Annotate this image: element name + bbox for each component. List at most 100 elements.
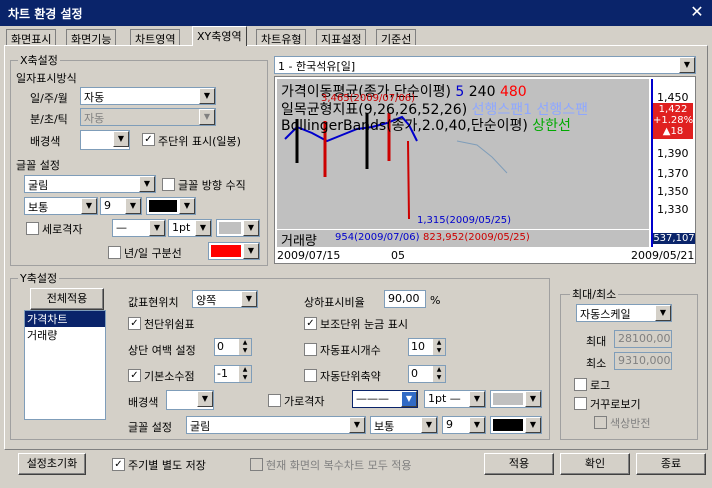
vol-max-label: 823,952(2009/05/25) [423, 232, 530, 243]
minmax-group-label: 최대/최소 [570, 286, 619, 302]
vgrid-line-select[interactable]: — ▼ [112, 219, 166, 237]
min-input: 9310,0000 [614, 352, 672, 370]
chevron-down-icon: ▼ [199, 88, 215, 104]
x-label-end: 2009/05/21 [631, 249, 695, 262]
cancel-button[interactable]: 종료 [636, 453, 706, 475]
ok-button[interactable]: 확인 [560, 453, 630, 475]
reset-button[interactable]: 설정초기화 [18, 453, 86, 475]
volume-label: 거래량 [281, 234, 317, 249]
aux-label: 보조단위 눈금 표시 [320, 318, 408, 331]
chevron-down-icon: ▼ [525, 391, 541, 407]
tab-chart-type[interactable]: 차트유형 [256, 29, 307, 46]
auto-unit-checkbox[interactable] [304, 369, 317, 382]
y-style-select[interactable]: 보통 ▼ [370, 416, 438, 434]
y-size-select[interactable]: 9 ▼ [442, 416, 486, 434]
y-axis-group-label: Y축설정 [18, 270, 60, 286]
volume-area: 거래량 954(2009/07/06) 823,952(2009/05/25) [277, 229, 649, 249]
ratio-label: 상하표시비율 [304, 296, 365, 309]
invert-label: 거꾸로보기 [590, 398, 641, 411]
margin-stepper[interactable]: 0 ▲ ▼ [214, 338, 252, 356]
log-label: 로그 [590, 379, 611, 392]
decimal-label: 기본소수점 [144, 370, 195, 383]
min-label: 최소 [586, 357, 607, 370]
x-color-select[interactable]: ▼ [146, 197, 196, 215]
hgrid-line-select[interactable]: ——— ▼ [352, 390, 418, 408]
apply-multi-checkbox [250, 458, 263, 471]
tab-baseline[interactable]: 기준선 [376, 29, 417, 46]
high-label: 3,465(2009/07/06) [321, 93, 416, 104]
thousands-checkbox[interactable]: ✓ [128, 317, 141, 330]
chevron-down-icon: ▼ [195, 220, 211, 236]
scale-select[interactable]: 자동스케일 ▼ [576, 304, 672, 322]
bollinger-band-line [456, 140, 508, 174]
invert-checkbox[interactable] [574, 397, 587, 410]
y-tick: 1,370 [657, 167, 689, 180]
hgrid-color-select[interactable]: ▼ [490, 390, 542, 408]
list-item[interactable]: 거래량 [25, 327, 105, 343]
x-label-mid: 05 [391, 249, 405, 262]
hgrid-checkbox[interactable] [268, 394, 281, 407]
max-input: 28100,0000 [614, 330, 672, 348]
chevron-down-icon: ▼ [655, 305, 671, 321]
y-font-select[interactable]: 굴림 ▼ [186, 416, 366, 434]
weekly-checkbox[interactable]: ✓ [142, 133, 155, 146]
chevron-down-icon: ▼ [81, 198, 97, 214]
hgrid-width-select[interactable]: 1pt — ▼ [424, 390, 486, 408]
chevron-down-icon: ▼ [401, 391, 417, 407]
apply-all-button[interactable]: 전체적용 [30, 288, 104, 310]
x-font-label: 글꼴 설정 [16, 159, 60, 172]
chevron-down-icon: ▼ [469, 391, 485, 407]
chevron-down-icon: ▼ [125, 198, 141, 214]
chart-selector[interactable]: 1 - 한국석유[일] ▼ [274, 56, 696, 74]
x-style-select[interactable]: 보통 ▼ [24, 197, 98, 215]
tab-function[interactable]: 화면기능 [66, 29, 117, 46]
tab-display[interactable]: 화면표시 [6, 29, 57, 46]
vertical-font-label: 글꼴 방향 수직 [178, 179, 246, 192]
chevron-down-icon: ▼ [469, 417, 485, 433]
auto-count-stepper[interactable]: 10 ▲ ▼ [408, 338, 446, 356]
tab-xy-axis[interactable]: XY축영역 [192, 26, 247, 46]
y-axis-list: 가격차트 거래량 [24, 310, 106, 420]
x-label-start: 2009/07/15 [277, 249, 341, 262]
close-icon[interactable]: ✕ [688, 3, 706, 21]
tab-chart-area[interactable]: 차트영역 [130, 29, 181, 46]
max-label: 최대 [586, 335, 607, 348]
value-pos-label: 값표현위치 [128, 296, 179, 309]
weekly-label: 주단위 표시(일봉) [158, 135, 241, 148]
ratio-unit: % [430, 294, 441, 307]
chart-preview: 가격이동평균(종가,단순이평) 5 240 480 일목균형지표(9,26,26… [274, 76, 696, 264]
x-size-select[interactable]: 9 ▼ [100, 197, 142, 215]
bgcolor-label: 배경색 [30, 135, 61, 148]
per-period-label: 주기별 별도 저장 [128, 459, 206, 472]
yearmonth-color-select[interactable]: ▼ [208, 242, 260, 260]
yearmonth-checkbox[interactable] [108, 246, 121, 259]
vgrid-width-select[interactable]: 1pt ▼ [168, 219, 212, 237]
auto-unit-stepper[interactable]: 0 ▲ ▼ [408, 365, 446, 383]
bgcolor-picker[interactable]: ▼ [80, 130, 130, 150]
list-item[interactable]: 가격차트 [25, 311, 105, 327]
thousands-label: 천단위쉼표 [144, 318, 195, 331]
ratio-input[interactable]: 90,00 [384, 290, 426, 308]
vgrid-color-select[interactable]: ▼ [216, 219, 260, 237]
chevron-down-icon: ▼ [243, 243, 259, 259]
aux-checkbox[interactable]: ✓ [304, 317, 317, 330]
vertical-font-checkbox[interactable] [162, 178, 175, 191]
log-checkbox[interactable] [574, 378, 587, 391]
volume-tag: 537,107 [653, 233, 695, 244]
x-font-select[interactable]: 굴림 ▼ [24, 175, 156, 193]
decimal-checkbox[interactable]: ✓ [128, 369, 141, 382]
tab-indicator[interactable]: 지표설정 [316, 29, 367, 46]
y-bg-picker[interactable]: ▼ [166, 390, 214, 410]
auto-count-checkbox[interactable] [304, 343, 317, 356]
period-select[interactable]: 자동 ▼ [80, 87, 216, 105]
vol-min-label: 954(2009/07/06) [335, 232, 420, 243]
chevron-down-icon: ▼ [679, 57, 695, 73]
y-bg-label: 배경색 [128, 396, 159, 409]
value-pos-select[interactable]: 양쪽 ▼ [192, 290, 258, 308]
chevron-down-icon: ▼ [525, 417, 541, 433]
apply-button[interactable]: 적용 [484, 453, 554, 475]
per-period-checkbox[interactable]: ✓ [112, 458, 125, 471]
decimal-stepper[interactable]: -1 ▲ ▼ [214, 365, 252, 383]
y-color-select[interactable]: ▼ [490, 416, 542, 434]
vgrid-checkbox[interactable] [26, 222, 39, 235]
